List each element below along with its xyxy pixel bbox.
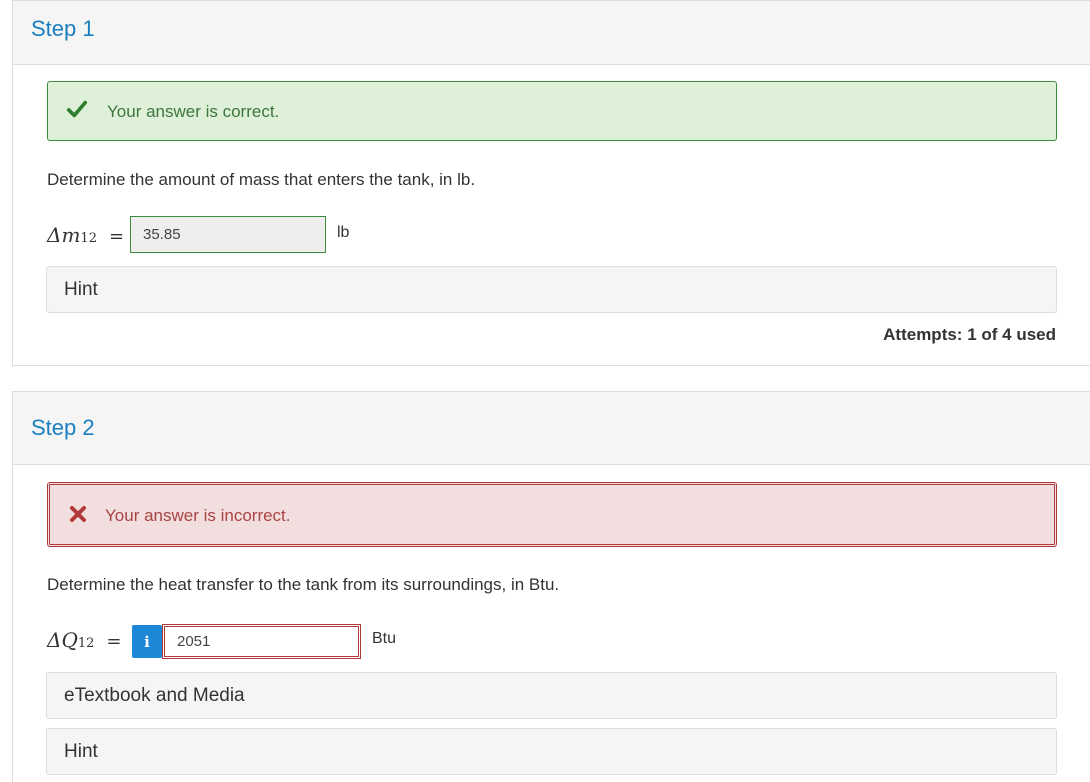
correct-feedback-alert: Your answer is correct. <box>47 81 1057 141</box>
step-2-hint-button[interactable]: Hint <box>46 728 1057 775</box>
step-1-hint-label: Hint <box>64 278 98 300</box>
step-2-equals: = <box>106 631 122 652</box>
step-2-answer-input[interactable]: 2051 <box>162 624 361 659</box>
info-icon[interactable]: i <box>132 625 162 658</box>
step-1-answer-input[interactable]: 35.85 <box>130 216 326 253</box>
step-2-variable-subscript: 12 <box>77 636 95 651</box>
step-1-header: Step 1 <box>13 1 1090 65</box>
step-2-hint-label: Hint <box>64 740 98 762</box>
step-1-variable-subscript: 12 <box>80 231 97 246</box>
step-2-header: Step 2 <box>13 392 1090 465</box>
step-2-variable: ΔQ12 = <box>47 628 121 652</box>
step-1-title[interactable]: Step 1 <box>31 16 95 42</box>
step-separator <box>0 366 1090 391</box>
etextbook-media-button[interactable]: eTextbook and Media <box>46 672 1057 719</box>
step-2-variable-symbol: ΔQ <box>47 628 78 652</box>
step-1-equals: = <box>108 226 125 247</box>
etextbook-media-label: eTextbook and Media <box>64 684 245 706</box>
check-icon <box>66 100 88 118</box>
x-icon <box>70 506 86 522</box>
attempts-counter: Attempts: 1 of 4 used <box>883 325 1056 344</box>
step-1-variable-symbol: Δm <box>47 223 81 247</box>
incorrect-feedback-text: Your answer is incorrect. <box>105 506 291 525</box>
step-2-title[interactable]: Step 2 <box>31 415 95 441</box>
step-1-hint-button[interactable]: Hint <box>46 266 1057 313</box>
incorrect-feedback-alert: Your answer is incorrect. <box>47 482 1057 547</box>
step-2-question: Determine the heat transfer to the tank … <box>47 575 560 594</box>
step-1-question: Determine the amount of mass that enters… <box>47 170 476 189</box>
step-2-unit: Btu <box>372 630 397 647</box>
step-1-unit: lb <box>337 224 350 241</box>
step-1-variable: Δm12 = <box>47 223 124 247</box>
correct-feedback-text: Your answer is correct. <box>107 102 280 121</box>
